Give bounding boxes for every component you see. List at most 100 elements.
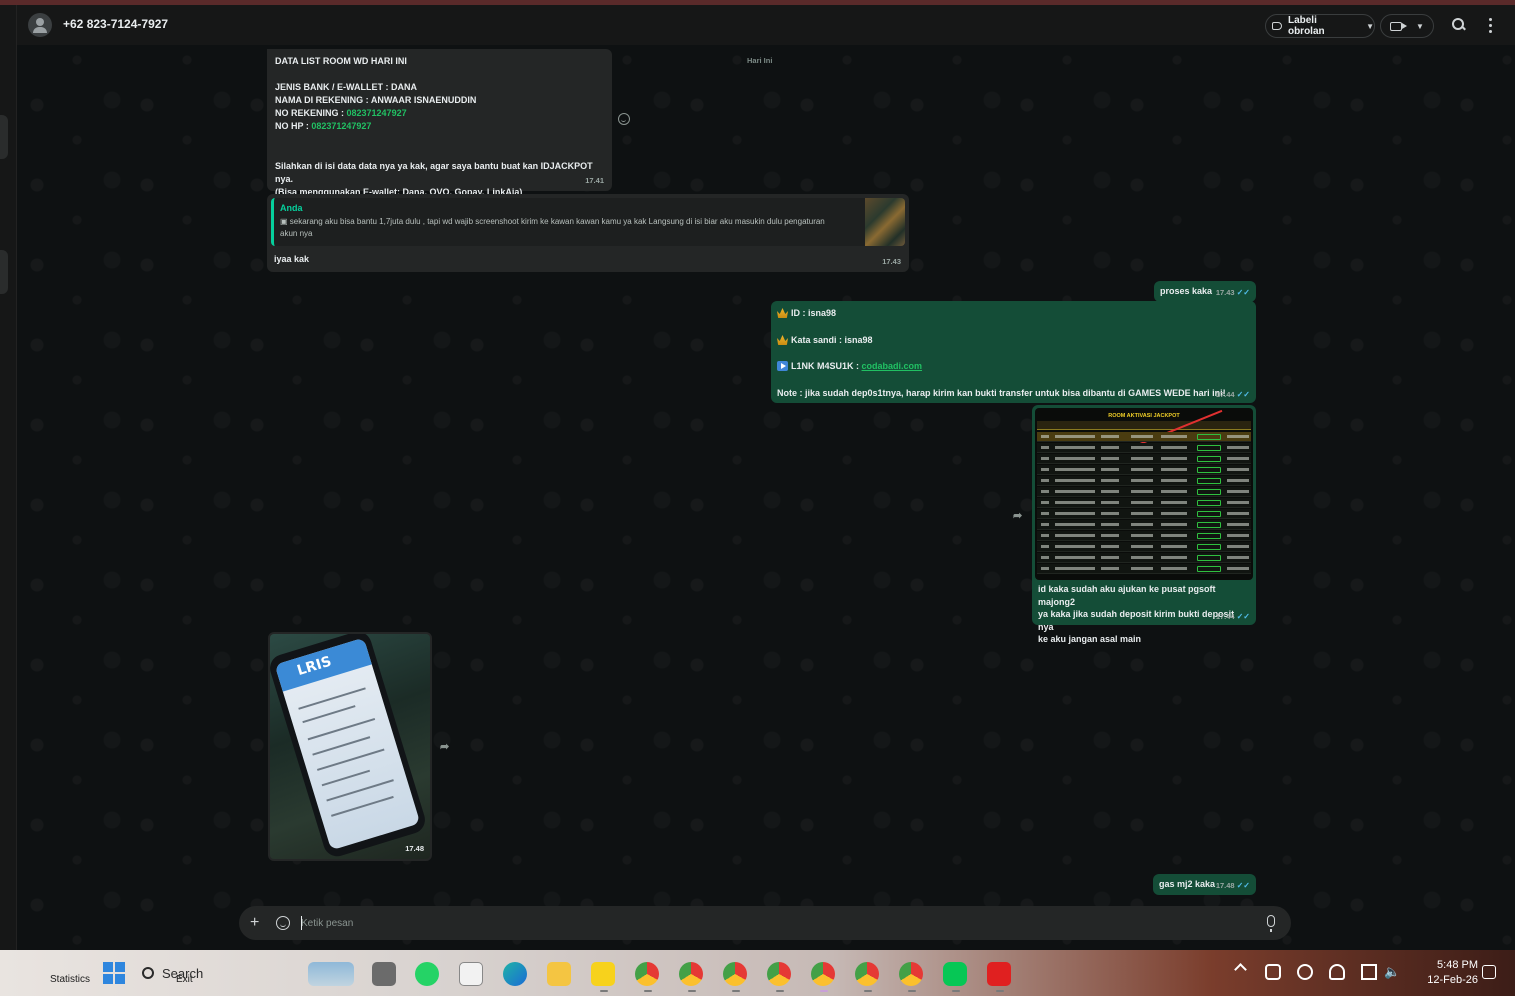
system-clock[interactable]: 5:48 PM 12-Feb-26 — [1416, 958, 1478, 988]
table-cell — [1227, 490, 1249, 493]
display-icon[interactable] — [1361, 964, 1377, 980]
status-badge — [1197, 544, 1221, 550]
forward-icon[interactable]: ➦ — [440, 740, 452, 753]
clock-time: 5:48 PM — [1437, 959, 1478, 971]
attach-plus-icon[interactable]: + — [250, 915, 259, 931]
table-cell — [1131, 523, 1153, 526]
contact-name[interactable]: +62 823-7124-7927 — [63, 17, 168, 31]
microphone-icon[interactable] — [1267, 915, 1275, 932]
phone-number-link[interactable]: 082371247927 — [311, 121, 371, 131]
chat-header: +62 823-7124-7927 Labeli obrolan ▼ ▼ — [17, 5, 1515, 45]
message-time: 17.41 — [585, 176, 604, 185]
emoji-reaction-icon[interactable] — [618, 113, 630, 125]
whatsapp-icon[interactable] — [415, 962, 439, 986]
table-cell — [1227, 523, 1249, 526]
status-badge — [1197, 522, 1221, 528]
incoming-message[interactable]: DATA LIST ROOM WD HARI INI JENIS BANK / … — [267, 49, 612, 197]
cloud-sync-icon[interactable] — [1265, 964, 1281, 980]
table-cell — [1161, 512, 1187, 515]
table-cell — [1101, 468, 1119, 471]
website-link[interactable]: codabadi.com — [862, 361, 923, 371]
more-options-icon[interactable] — [1482, 16, 1500, 34]
show-hidden-icons-chevron[interactable] — [1234, 963, 1247, 976]
sticky-notes-icon[interactable] — [591, 962, 615, 986]
outgoing-image-message[interactable]: ROOM AKTIVASI JACKPOT id kaka sudah aku … — [1032, 405, 1256, 644]
chrome-icon[interactable] — [679, 962, 703, 986]
day-divider: Hari Ini — [747, 56, 773, 65]
video-call-button[interactable]: ▼ — [1380, 14, 1434, 38]
table-cell — [1131, 468, 1153, 471]
phone-number-link[interactable]: 082371247927 — [347, 108, 407, 118]
play-button-icon — [777, 361, 788, 371]
photo-phone-device: LRIS — [270, 634, 429, 859]
outgoing-message[interactable]: gas mj2 kaka 17.48 ✓✓ — [1153, 874, 1256, 895]
table-cell — [1161, 479, 1187, 482]
message-text: ID : isna98 — [791, 308, 837, 318]
refresh-icon[interactable] — [1297, 964, 1313, 980]
label-chat-button[interactable]: Labeli obrolan ▼ — [1265, 14, 1375, 38]
incoming-image-message[interactable]: LRIS 17.48 — [268, 632, 432, 861]
task-view-icon[interactable] — [372, 962, 396, 986]
spreadsheet-image[interactable]: ROOM AKTIVASI JACKPOT — [1035, 408, 1253, 580]
quoted-message[interactable]: Anda ▣ sekarang aku bisa bantu 1,7juta d… — [271, 198, 905, 246]
message-text: JENIS BANK / E-WALLET : DANA — [275, 82, 418, 92]
read-receipt-icon: ✓✓ — [1236, 288, 1250, 297]
table-cell — [1131, 479, 1153, 482]
table-cell — [1131, 457, 1153, 460]
weather-widget-icon[interactable] — [308, 962, 354, 986]
taskbar-ghost-text: Statistics — [50, 974, 91, 985]
edge-browser-icon[interactable] — [503, 962, 527, 986]
message-status: 17.43 ✓✓ — [1216, 286, 1250, 299]
table-cell — [1041, 545, 1049, 548]
outgoing-message[interactable]: ID : isna98 Kata sandi : isna98 L1NK M4S… — [771, 301, 1256, 403]
read-receipt-icon: ✓✓ — [1236, 612, 1250, 621]
table-cell — [1041, 512, 1049, 515]
table-cell — [1041, 479, 1049, 482]
onedrive-icon[interactable] — [1329, 964, 1345, 980]
table-cell — [1161, 567, 1187, 570]
volume-icon[interactable]: 🔈 — [1384, 964, 1400, 980]
status-badge — [1197, 500, 1221, 506]
message-text: Silahkan di isi data data nya ya kak, ag… — [275, 161, 593, 184]
status-badge — [1197, 445, 1221, 451]
wps-office-icon[interactable] — [987, 962, 1011, 986]
windows-start-icon[interactable] — [103, 962, 125, 984]
quote-thumbnail — [865, 198, 905, 246]
forward-icon[interactable]: ➦ — [1013, 509, 1025, 522]
incoming-message[interactable]: Anda ▣ sekarang aku bisa bantu 1,7juta d… — [267, 194, 909, 272]
table-cell — [1055, 545, 1095, 548]
rail-tab[interactable] — [0, 250, 8, 294]
chrome-icon[interactable] — [635, 962, 659, 986]
status-badge — [1197, 478, 1221, 484]
file-explorer-icon[interactable] — [547, 962, 571, 986]
chrome-icon[interactable] — [855, 962, 879, 986]
contact-avatar[interactable] — [28, 13, 52, 37]
phone-photo[interactable]: LRIS — [270, 634, 430, 859]
chrome-icon[interactable] — [899, 962, 923, 986]
crown-icon — [777, 308, 788, 318]
search-icon[interactable] — [1450, 16, 1468, 34]
chrome-icon[interactable] — [723, 962, 747, 986]
emoji-sticker-icon[interactable] — [276, 916, 290, 930]
table-cell — [1101, 512, 1119, 515]
table-row — [1037, 498, 1251, 508]
clock-date: 12-Feb-26 — [1427, 974, 1478, 986]
outgoing-message[interactable]: proses kaka 17.43 ✓✓ — [1154, 281, 1256, 302]
status-badge — [1197, 434, 1221, 440]
rail-tab[interactable] — [0, 115, 8, 159]
table-cell — [1055, 468, 1095, 471]
photo-text-line — [316, 748, 385, 771]
table-cell — [1041, 435, 1049, 438]
chrome-icon[interactable] — [811, 962, 835, 986]
message-line: Kata sandi : isna98 — [777, 334, 873, 347]
line-app-icon[interactable] — [943, 962, 967, 986]
table-row — [1037, 432, 1251, 442]
chrome-icon[interactable] — [767, 962, 791, 986]
document-app-icon[interactable] — [459, 962, 483, 986]
table-cell — [1227, 435, 1249, 438]
notification-icon[interactable] — [1482, 965, 1496, 979]
table-cell — [1131, 435, 1153, 438]
table-cell — [1227, 512, 1249, 515]
message-input[interactable] — [301, 912, 1201, 934]
taskbar-search[interactable]: Search — [142, 960, 232, 986]
